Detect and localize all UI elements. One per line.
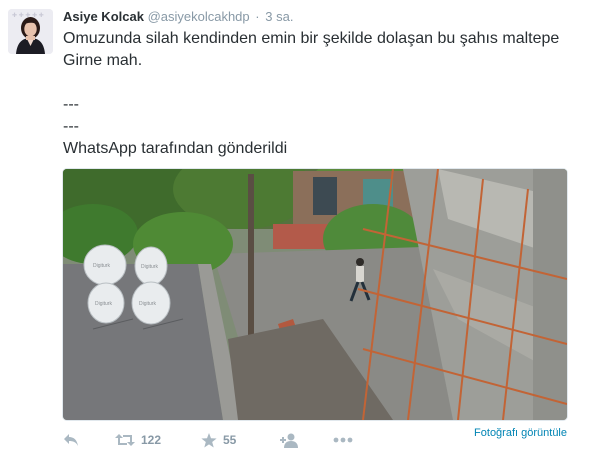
view-photo-link[interactable]: Fotoğrafı görüntüle bbox=[474, 427, 567, 439]
street-photo: Digiturk Digiturk Digiturk Digiturk bbox=[63, 169, 567, 420]
dish-label: Digiturk bbox=[141, 264, 158, 270]
tweet-text: Omuzunda silah kendinden emin bir şekild… bbox=[63, 30, 560, 157]
retweet-icon bbox=[115, 434, 135, 446]
tweet-timestamp[interactable]: 3 sa. bbox=[265, 9, 293, 24]
reply-icon bbox=[64, 434, 78, 446]
follow-icon bbox=[280, 433, 298, 448]
author-fullname[interactable]: Asiye Kolcak bbox=[63, 9, 144, 24]
retweet-button[interactable]: 122 bbox=[115, 430, 161, 450]
tweet-photo[interactable]: Digiturk Digiturk Digiturk Digiturk bbox=[62, 168, 568, 421]
more-button[interactable] bbox=[333, 430, 353, 450]
avatar-image: ✚ ✚ ✚ ✚ ✚ bbox=[8, 9, 53, 54]
separator: · bbox=[255, 9, 260, 24]
dish-label: Digiturk bbox=[93, 263, 110, 269]
star-icon bbox=[201, 432, 217, 447]
like-button[interactable]: 55 bbox=[201, 430, 236, 450]
avatar[interactable]: ✚ ✚ ✚ ✚ ✚ bbox=[8, 9, 53, 54]
reply-button[interactable] bbox=[63, 430, 79, 450]
dish-label: Digiturk bbox=[139, 301, 156, 307]
tweet-card: ✚ ✚ ✚ ✚ ✚ Asiye Kolcak @asiyekolcakhdp ·… bbox=[0, 0, 591, 461]
author-username[interactable]: @asiyekolcakhdp bbox=[148, 9, 250, 24]
retweet-count: 122 bbox=[141, 433, 162, 447]
follow-button[interactable] bbox=[280, 430, 300, 450]
like-count: 55 bbox=[223, 433, 237, 447]
tweet-header: Asiye Kolcak @asiyekolcakhdp · 3 sa. bbox=[63, 9, 293, 24]
dish-label: Digiturk bbox=[95, 301, 112, 307]
more-icon bbox=[333, 437, 353, 443]
